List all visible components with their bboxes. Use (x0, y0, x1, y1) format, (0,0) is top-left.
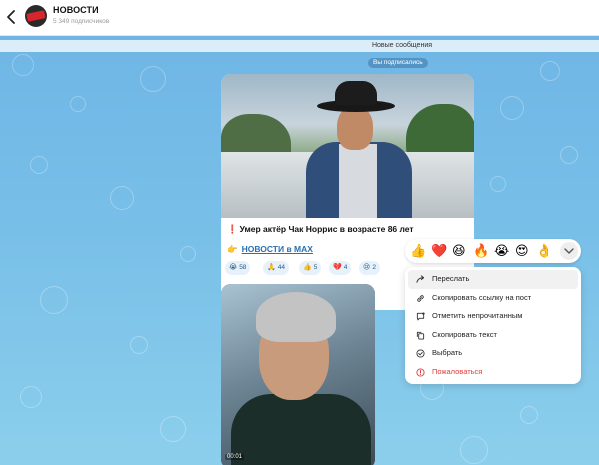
background-doodle (140, 66, 166, 92)
video-person-body (231, 394, 371, 465)
select-icon (416, 349, 425, 358)
menu-item-copy-text[interactable]: Скопировать текст (408, 326, 578, 345)
background-doodle (520, 406, 538, 424)
post-link[interactable]: НОВОСТИ в MAX (242, 244, 313, 254)
broken-heart-emoji-icon: 💔 (333, 264, 342, 271)
reaction-picker: 👍 ❤️ 😆 🔥 😭 😍 👌 (405, 239, 581, 263)
reaction-count: 44 (277, 264, 285, 271)
reaction-broken-heart[interactable]: 💔 4 (329, 261, 352, 275)
menu-item-label: Скопировать ссылку на пост (432, 292, 532, 302)
video-timecode: 00:01 (225, 454, 245, 460)
subscribed-badge: Вы подписались (368, 58, 428, 68)
chevron-left-icon (7, 10, 15, 24)
video-message[interactable]: 00:01 (221, 284, 375, 465)
reaction-crying[interactable]: 😭 58 (225, 261, 251, 275)
post-photo[interactable] (221, 74, 474, 218)
menu-item-forward[interactable]: Переслать (408, 270, 578, 289)
background-doodle (180, 246, 196, 262)
background-doodle (30, 156, 48, 174)
menu-item-mark-unread[interactable]: Отметить непрочитанным (408, 307, 578, 326)
post-link-row: 👉 НОВОСТИ в MAX (227, 244, 313, 255)
menu-item-label: Выбрать (432, 348, 463, 357)
reaction-thumbs-up[interactable]: 👍 5 (299, 261, 322, 275)
reaction-count: 58 (239, 264, 247, 271)
reaction-count: 5 (313, 264, 318, 271)
crying-reaction-icon[interactable]: 😭 (494, 241, 509, 261)
photo-shirt (339, 144, 377, 218)
thumbs-up-reaction-icon[interactable]: 👍 (410, 241, 426, 261)
subscriber-count: 5 349 подписчиков (53, 18, 110, 25)
sad-emoji-icon: 😢 (363, 264, 371, 271)
menu-item-copy-link[interactable]: Скопировать ссылку на пост (408, 289, 578, 308)
report-icon (416, 367, 425, 377)
menu-item-label: Переслать (432, 274, 470, 283)
back-button[interactable] (4, 6, 20, 28)
thumbs-up-emoji-icon: 👍 (303, 264, 312, 271)
background-doodle (460, 436, 488, 464)
fire-reaction-icon[interactable]: 🔥 (473, 241, 489, 261)
background-doodle (560, 146, 578, 164)
chevron-down-icon (564, 248, 574, 254)
forward-icon (416, 275, 425, 283)
reaction-pray[interactable]: 🙏 44 (263, 261, 289, 275)
unread-icon (416, 312, 425, 321)
reaction-count: 2 (372, 264, 376, 271)
video-person-hair (256, 292, 336, 342)
background-doodle (12, 54, 34, 76)
channel-avatar[interactable] (25, 5, 47, 27)
chat-area: Новые сообщения Вы подписались ❗ Умер акт… (0, 36, 599, 465)
pointing-hand-icon: 👉 (227, 244, 238, 254)
menu-item-report[interactable]: Пожаловаться (408, 363, 578, 382)
reaction-sad[interactable]: 😢 2 (359, 261, 380, 275)
photo-face (337, 106, 373, 150)
background-doodle (110, 186, 134, 210)
background-doodle (500, 96, 524, 120)
exclamation-icon: ❗ (227, 224, 238, 234)
heart-reaction-icon[interactable]: ❤️ (431, 241, 447, 261)
photo-hat-crown (335, 81, 377, 105)
pray-emoji-icon: 🙏 (267, 264, 276, 271)
message-context-menu: Переслать Скопировать ссылку на пост Отм… (405, 267, 581, 384)
menu-item-select[interactable]: Выбрать (408, 344, 578, 363)
more-reactions-button[interactable] (560, 242, 578, 260)
background-doodle (70, 96, 86, 112)
heart-eyes-reaction-icon[interactable]: 😍 (515, 241, 529, 261)
menu-item-label: Пожаловаться (432, 366, 483, 376)
background-doodle (540, 61, 560, 81)
copy-icon (416, 331, 425, 340)
background-doodle (490, 176, 506, 192)
background-doodle (20, 386, 42, 408)
reaction-count: 4 (343, 264, 348, 271)
menu-item-label: Отметить непрочитанным (432, 311, 523, 320)
post-caption: ❗ Умер актёр Чак Норрис в возрасте 86 лет (227, 224, 414, 235)
background-doodle (40, 286, 68, 314)
background-doodle (160, 416, 186, 442)
channel-title[interactable]: НОВОСТИ (53, 5, 99, 15)
crying-emoji-icon: 😭 (229, 264, 238, 271)
post-caption-text: Умер актёр Чак Норрис в возрасте 86 лет (239, 224, 414, 234)
background-doodle (130, 336, 148, 354)
new-messages-divider: Новые сообщения (0, 40, 599, 52)
laughing-reaction-icon[interactable]: 😆 (452, 241, 466, 261)
channel-header: НОВОСТИ 5 349 подписчиков (0, 0, 599, 36)
menu-item-label: Скопировать текст (432, 329, 497, 339)
channel-logo (26, 10, 46, 22)
ok-hand-reaction-icon[interactable]: 👌 (536, 241, 552, 261)
link-icon (417, 294, 424, 302)
